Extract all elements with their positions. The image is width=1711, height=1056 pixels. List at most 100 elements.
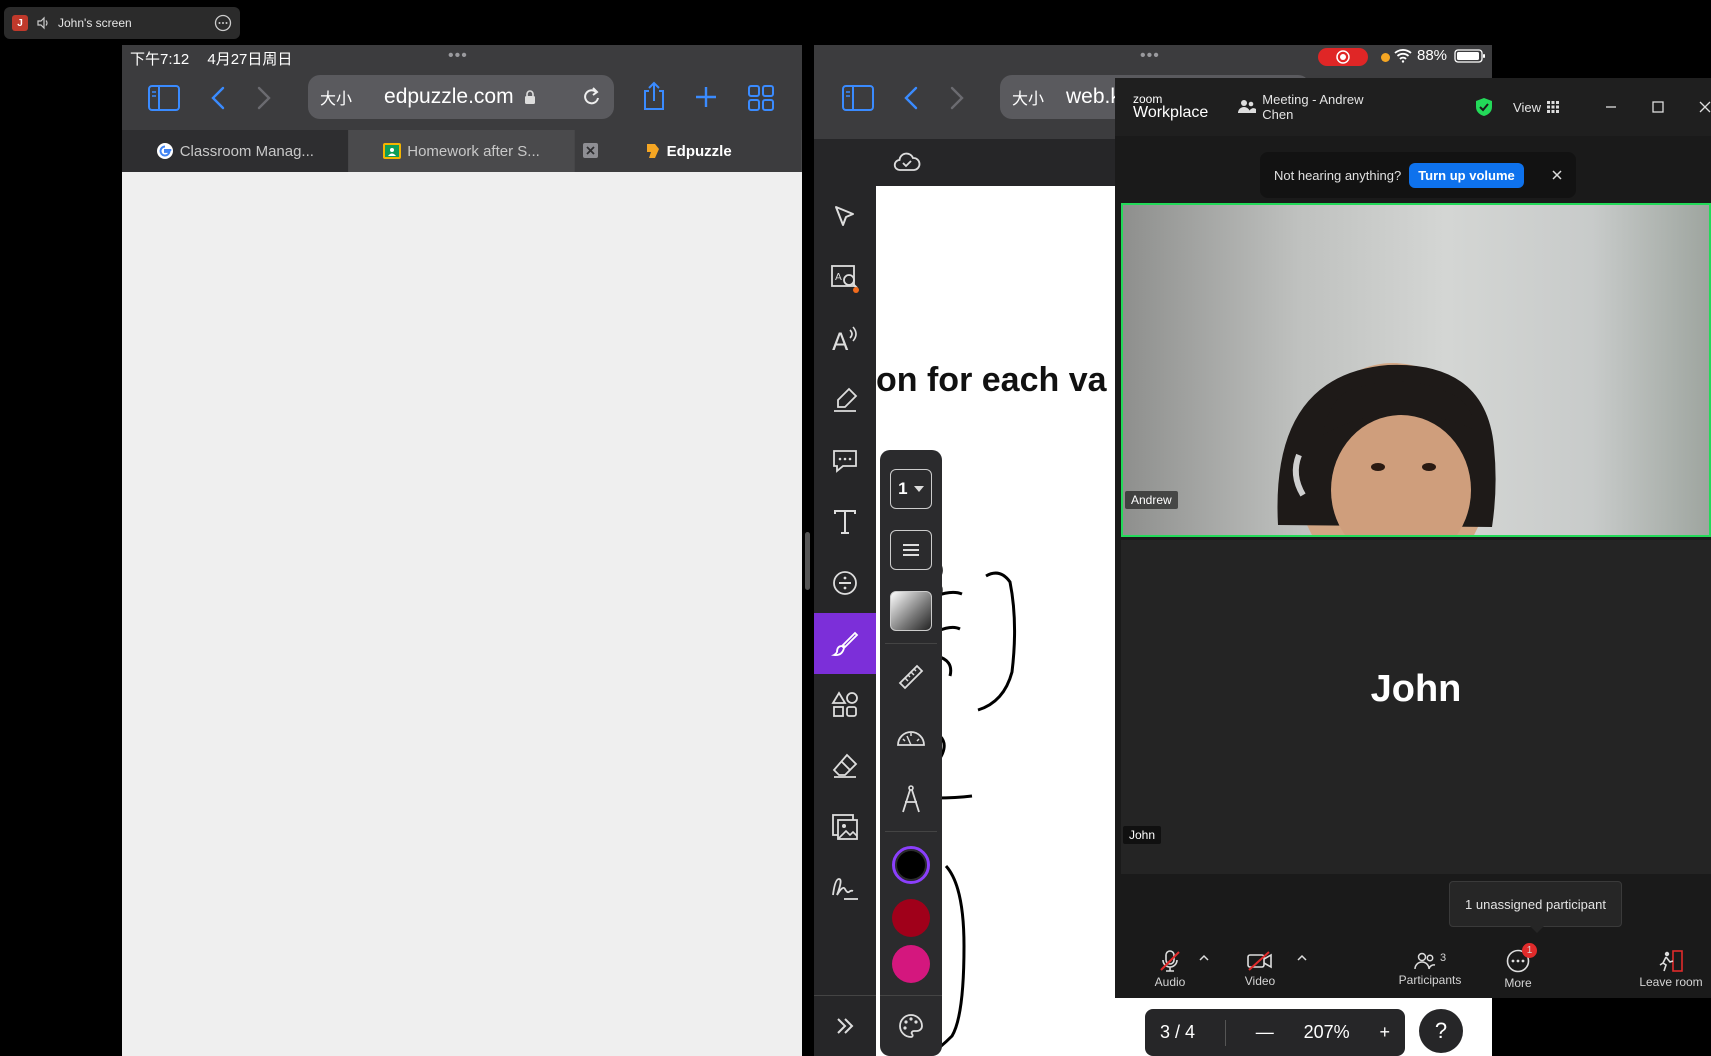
dictionary-tool[interactable]: A xyxy=(814,247,876,308)
edpuzzle-icon xyxy=(645,142,661,160)
more-button[interactable]: 1 More xyxy=(1495,942,1541,990)
unassigned-tooltip: 1 unassigned participant xyxy=(1449,881,1622,927)
camera-off-icon xyxy=(1247,950,1273,971)
text-size-button[interactable]: 大小 xyxy=(1012,85,1044,109)
line-style-button[interactable] xyxy=(880,519,942,580)
grid-view-icon[interactable] xyxy=(1547,101,1559,113)
leave-room-icon xyxy=(1658,949,1684,972)
compass-icon xyxy=(899,784,923,814)
opacity-button[interactable] xyxy=(880,580,942,641)
text-tool[interactable] xyxy=(814,491,876,552)
select-tool[interactable] xyxy=(814,186,876,247)
meeting-people-icon xyxy=(1238,99,1257,115)
svg-text:A: A xyxy=(835,272,842,283)
shapes-tool[interactable] xyxy=(814,674,876,735)
zoom-brand: zoom Workplace xyxy=(1133,93,1208,121)
status-time: 下午7:12 xyxy=(130,51,190,68)
video-button[interactable]: Video xyxy=(1235,950,1285,988)
color-pink[interactable] xyxy=(880,941,942,987)
back-icon[interactable] xyxy=(210,86,226,110)
text-to-speech-tool[interactable]: A xyxy=(814,308,876,369)
tab-homework[interactable]: Homework after S... xyxy=(348,130,576,172)
compass-tool[interactable] xyxy=(880,768,942,829)
ruler-tool[interactable] xyxy=(880,646,942,707)
audio-banner: Not hearing anything? Turn up volume xyxy=(1260,152,1576,198)
view-label[interactable]: View xyxy=(1513,100,1541,115)
turn-up-volume-button[interactable]: Turn up volume xyxy=(1409,162,1524,188)
brush-icon xyxy=(831,630,859,658)
participants-count: 3 xyxy=(1439,951,1447,964)
mic-in-use-dot xyxy=(1381,53,1390,62)
address-bar[interactable]: 大小 edpuzzle.com xyxy=(308,75,614,119)
color-picker-button[interactable] xyxy=(880,995,942,1056)
audio-caret-icon[interactable] xyxy=(1199,954,1209,962)
protractor-tool[interactable] xyxy=(880,707,942,768)
pen-size-select[interactable]: 1 xyxy=(880,458,942,519)
video-tile-andrew[interactable]: Andrew xyxy=(1121,203,1711,537)
video-tile-john[interactable]: John John xyxy=(1121,540,1711,874)
more-options-icon[interactable] xyxy=(214,14,232,32)
dictionary-icon: A xyxy=(830,263,860,293)
reload-icon[interactable] xyxy=(582,86,602,108)
recording-indicator xyxy=(1318,48,1368,66)
color-red[interactable] xyxy=(880,895,942,941)
image-icon xyxy=(831,813,859,841)
participant-name-john: John xyxy=(1123,826,1162,844)
multitask-dots[interactable]: ••• xyxy=(448,47,468,65)
url-text[interactable]: web.k xyxy=(1066,85,1121,109)
expand-toolbar[interactable] xyxy=(814,995,876,1056)
multitask-dots-right[interactable]: ••• xyxy=(1140,47,1160,65)
zoom-in-button[interactable]: + xyxy=(1380,1022,1391,1043)
sidebar-toggle-icon[interactable] xyxy=(148,85,180,111)
eraser-tool[interactable] xyxy=(814,735,876,796)
comment-tool[interactable] xyxy=(814,430,876,491)
banner-text: Not hearing anything? xyxy=(1274,167,1402,183)
share-icon[interactable] xyxy=(642,81,666,111)
image-tool[interactable] xyxy=(814,796,876,857)
forward-icon[interactable] xyxy=(256,86,272,110)
read-aloud-icon: A xyxy=(830,324,860,354)
signature-tool[interactable] xyxy=(814,857,876,918)
drawing-tool[interactable] xyxy=(814,613,876,674)
new-tab-icon[interactable] xyxy=(694,85,718,109)
tooltip-arrow xyxy=(1530,926,1544,933)
cloud-saved-icon[interactable] xyxy=(893,151,921,173)
split-view-handle[interactable] xyxy=(805,532,810,590)
leave-room-label: Leave room xyxy=(1639,974,1703,989)
highlighter-tool[interactable] xyxy=(814,369,876,430)
signature-icon xyxy=(830,875,860,901)
help-button[interactable]: ? xyxy=(1419,1009,1463,1053)
close-window-icon[interactable] xyxy=(1699,101,1711,113)
tab-classroom[interactable]: Classroom Manag... xyxy=(122,130,349,172)
tab-edpuzzle[interactable]: Edpuzzle xyxy=(575,130,803,172)
participants-icon-group: 3 xyxy=(1414,952,1446,970)
equation-tool[interactable] xyxy=(814,552,876,613)
video-caret-icon[interactable] xyxy=(1297,954,1307,962)
audio-button[interactable]: Audio xyxy=(1145,949,1195,989)
back-icon[interactable] xyxy=(903,86,919,110)
url-text[interactable]: edpuzzle.com xyxy=(384,85,514,109)
zoom-out-button[interactable]: — xyxy=(1256,1022,1274,1043)
wifi-icon xyxy=(1394,48,1412,63)
color-black[interactable] xyxy=(880,834,942,895)
sidebar-toggle-icon[interactable] xyxy=(842,85,874,111)
minimize-icon[interactable] xyxy=(1605,101,1617,113)
leave-room-button[interactable]: Leave room xyxy=(1639,949,1703,989)
video-label: Video xyxy=(1244,973,1276,988)
close-tab-icon[interactable] xyxy=(583,143,599,158)
color-swatch-pink xyxy=(892,945,930,983)
tab-overview-icon[interactable] xyxy=(748,85,774,111)
safari-left-pane: 下午7:12 4月27日周日 ••• 大小 edpuzzle.com Class… xyxy=(122,45,803,1056)
encryption-shield-icon[interactable] xyxy=(1475,97,1493,117)
text-size-button[interactable]: 大小 xyxy=(320,85,352,109)
page-zoom-bar: 3 / 4 — 207% + xyxy=(1145,1009,1405,1056)
forward-icon[interactable] xyxy=(949,86,965,110)
maximize-icon[interactable] xyxy=(1652,101,1664,113)
screen-share-bar[interactable]: J John's screen xyxy=(4,7,240,39)
zoom-window: zoom Workplace Meeting - Andrew Chen Vie… xyxy=(1115,78,1711,998)
comment-icon xyxy=(831,448,859,474)
banner-close-icon[interactable] xyxy=(1552,170,1562,180)
page-indicator[interactable]: 3 / 4 xyxy=(1160,1022,1195,1043)
participants-button[interactable]: 3 Participants xyxy=(1395,952,1465,987)
classroom-icon xyxy=(383,143,402,159)
